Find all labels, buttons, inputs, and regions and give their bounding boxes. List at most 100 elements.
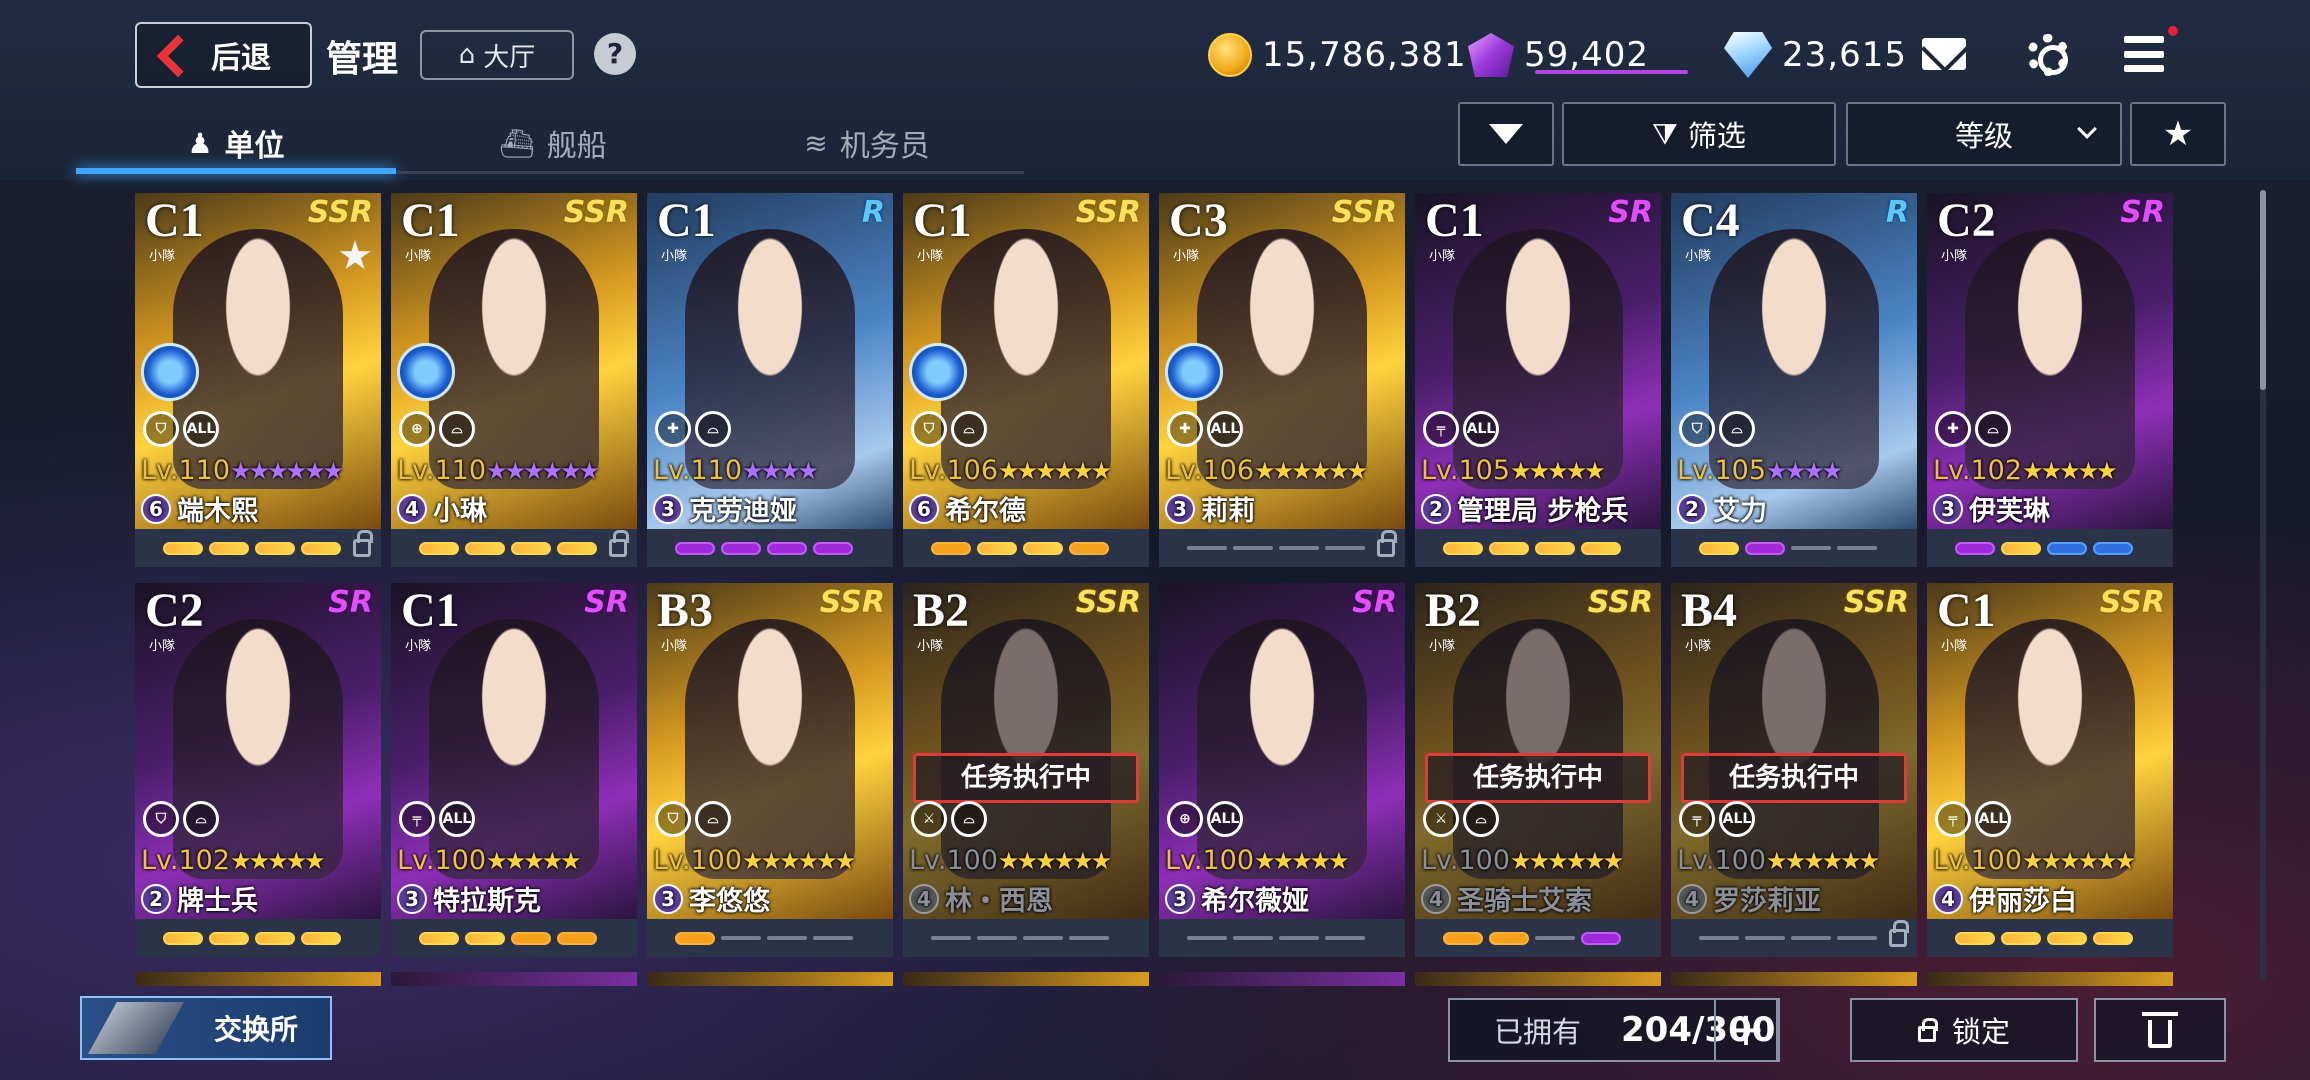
help-icon[interactable]: ? xyxy=(594,33,636,75)
scrollbar[interactable] xyxy=(2260,190,2266,980)
progress-pip xyxy=(557,541,597,555)
unit-progress-bar xyxy=(1415,529,1661,567)
back-button[interactable]: 后退 xyxy=(135,22,312,88)
unit-card[interactable]: C1 小隊 R ✚ ⌓ Lv.110★★★★ 3 克劳迪娅 xyxy=(647,193,893,567)
star-icon: ★ xyxy=(2162,114,2194,154)
unit-card[interactable]: C1 小隊 SSR ╤ ALL Lv.100★★★★★★ 4 伊丽莎白 xyxy=(1927,583,2173,957)
unit-level: Lv.100★★★★★ xyxy=(1165,845,1350,876)
unit-name-row: 4 林・西恩 xyxy=(909,879,1053,918)
star-rating: ★★★★★★ xyxy=(2022,847,2136,875)
scrollbar-thumb[interactable] xyxy=(2260,190,2266,390)
unit-count: 3 xyxy=(1165,493,1195,524)
unit-level: Lv.106★★★★★★ xyxy=(1165,455,1368,486)
progress-pip xyxy=(1023,936,1063,940)
rarity-badge: SSR xyxy=(563,195,629,230)
unit-card[interactable]: C3 小隊 SSR ✚ ALL Lv.106★★★★★★ 3 莉莉 xyxy=(1159,193,1405,567)
tab-units[interactable]: ♟ 单位 xyxy=(76,112,396,174)
exchange-button[interactable]: 交换所 xyxy=(80,996,332,1060)
progress-pip xyxy=(2093,541,2133,555)
unit-portrait: B3 小隊 SSR ⛉ ⌓ Lv.100★★★★★★ 3 李悠悠 xyxy=(647,583,893,919)
unit-progress-bar xyxy=(135,919,381,957)
favorite-filter-button[interactable]: ★ xyxy=(2130,102,2226,166)
progress-pip xyxy=(465,931,505,945)
rarity-badge: R xyxy=(861,195,885,230)
unit-count: 6 xyxy=(141,493,171,524)
role-icons: ✚ ⌓ xyxy=(1935,411,2011,447)
unit-card[interactable]: SR ⊕ ALL Lv.100★★★★★ 3 希尔薇娅 xyxy=(1159,583,1405,957)
progress-pip xyxy=(465,541,505,555)
unit-tier: C1 xyxy=(1937,584,1996,637)
purple-gem-icon xyxy=(1468,33,1514,77)
unit-card[interactable]: C2 小隊 SR ⛉ ⌓ Lv.102★★★★★ 2 牌士兵 xyxy=(135,583,381,957)
unit-card[interactable]: C1 小隊 SSR ⊕ ⌓ Lv.110★★★★★★ 4 小琳 xyxy=(391,193,637,567)
dropdown-toggle-button[interactable] xyxy=(1458,102,1554,166)
unit-name-row: 6 端木熙 xyxy=(141,489,258,528)
rarity-badge: SR xyxy=(1352,585,1397,620)
unit-card[interactable]: B2 小隊 SSR 任务执行中 ⚔ ⌓ Lv.100★★★★★★ 4 林・西恩 xyxy=(903,583,1149,957)
unit-card[interactable]: C1 小隊 SSR ★ ⛉ ALL Lv.110★★★★★★ 6 端木熙 xyxy=(135,193,381,567)
unit-illustration xyxy=(429,619,599,879)
role-rifle-icon: ╤ xyxy=(1423,411,1459,447)
hall-button[interactable]: ⌂ 大厅 xyxy=(420,30,574,80)
unit-progress-bar xyxy=(1927,919,2173,957)
menu-icon[interactable] xyxy=(2124,36,2164,72)
unit-tier: B4 xyxy=(1681,584,1738,637)
back-arrow-icon xyxy=(153,33,193,77)
progress-pip xyxy=(163,931,203,945)
unit-illustration xyxy=(685,229,855,489)
filter-button[interactable]: ⧩ 筛选 xyxy=(1562,102,1836,166)
favorite-star-icon: ★ xyxy=(337,233,373,279)
mail-icon[interactable] xyxy=(1922,38,1966,70)
unit-progress-bar xyxy=(903,919,1149,957)
unit-name-row: 2 牌士兵 xyxy=(141,879,258,918)
progress-pip xyxy=(767,936,807,940)
unit-squad: 小隊 xyxy=(661,249,688,264)
next-row-peek xyxy=(903,972,1149,986)
unit-card[interactable]: C4 小隊 R ⛉ ⌓ Lv.105★★★★ 2 艾力 xyxy=(1671,193,1917,567)
unit-name: 伊芙琳 xyxy=(1969,496,2050,527)
progress-pip xyxy=(301,541,341,555)
level-text: Lv.102 xyxy=(141,845,231,876)
lock-button[interactable]: 锁定 xyxy=(1850,998,2078,1062)
unit-illustration xyxy=(685,619,855,879)
progress-pip xyxy=(977,541,1017,555)
expand-capacity-button[interactable]: + xyxy=(1714,998,1778,1062)
unit-count: 2 xyxy=(1677,493,1707,524)
unit-squad: 小隊 xyxy=(405,639,432,654)
unit-illustration xyxy=(1197,229,1367,489)
next-row-peek xyxy=(135,972,381,986)
chevron-down-icon xyxy=(2077,119,2097,139)
unit-name: 希尔薇娅 xyxy=(1201,886,1309,917)
unit-name-row: 6 希尔德 xyxy=(909,489,1026,528)
unit-name: 艾力 xyxy=(1713,496,1767,527)
delete-button[interactable] xyxy=(2094,998,2226,1062)
progress-pip xyxy=(1023,541,1063,555)
unit-card[interactable]: C1 小隊 SR ╤ ALL Lv.105★★★★★ 2 管理局 步枪兵 xyxy=(1415,193,1661,567)
sort-label: 等级 xyxy=(1954,119,2013,153)
unit-card[interactable]: C2 小隊 SR ✚ ⌓ Lv.102★★★★★ 3 伊芙琳 xyxy=(1927,193,2173,567)
gold-counter[interactable]: 15,786,381 xyxy=(1208,28,1467,82)
role-shield-icon: ⛉ xyxy=(143,801,179,837)
level-text: Lv.110 xyxy=(397,455,487,486)
tab-crew[interactable]: ≋ 机务员 xyxy=(710,112,1024,174)
role-icons: ╤ ALL xyxy=(1423,411,1499,447)
gear-icon[interactable] xyxy=(2027,34,2069,76)
lock-icon xyxy=(609,530,629,557)
diamond-counter[interactable]: 23,615 xyxy=(1724,28,1907,82)
progress-pip xyxy=(1279,546,1319,550)
unit-card[interactable]: C1 小隊 SR ╤ ALL Lv.100★★★★★ 3 特拉斯克 xyxy=(391,583,637,957)
tab-ships[interactable]: ⛴ 舰船 xyxy=(396,112,710,174)
unit-card[interactable]: B3 小隊 SSR ⛉ ⌓ Lv.100★★★★★★ 3 李悠悠 xyxy=(647,583,893,957)
unit-card[interactable]: B2 小隊 SSR 任务执行中 ⚔ ⌓ Lv.100★★★★★★ 4 圣骑士艾索 xyxy=(1415,583,1661,957)
gem-underline xyxy=(1535,70,1688,74)
unit-card[interactable]: B4 小隊 SSR 任务执行中 ╤ ALL Lv.100★★★★★★ 4 罗莎莉亚 xyxy=(1671,583,1917,957)
sort-level-select[interactable]: 等级 xyxy=(1846,102,2122,166)
unit-name-row: 4 罗莎莉亚 xyxy=(1677,879,1821,918)
progress-pip xyxy=(1791,546,1831,550)
unit-card[interactable]: C1 小隊 SSR ⛉ ⌓ Lv.106★★★★★★ 6 希尔德 xyxy=(903,193,1149,567)
progress-pip xyxy=(721,541,761,555)
unit-progress-bar xyxy=(391,529,637,567)
rarity-badge: SSR xyxy=(2099,585,2165,620)
role-icons: ⊕ ⌓ xyxy=(399,411,475,447)
progress-pip xyxy=(1955,931,1995,945)
